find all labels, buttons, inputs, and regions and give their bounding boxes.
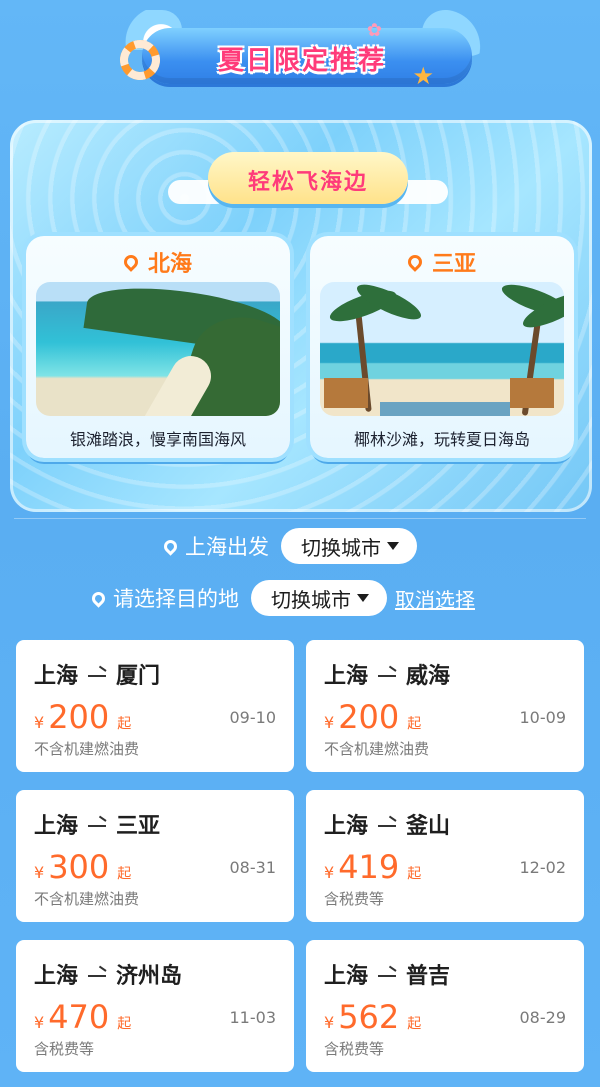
departure-row: 上海出发 切换城市 <box>161 526 417 566</box>
flight-date: 12-02 <box>519 858 567 877</box>
location-pin-icon <box>89 588 108 608</box>
price: 300 <box>48 848 110 886</box>
destination-card-sanya[interactable]: 三亚 椰林沙滩，玩转夏日海岛 <box>310 236 574 458</box>
top-banner: ✿ ★ 夏日限定推荐 <box>112 10 492 90</box>
flight-date: 09-10 <box>229 708 277 727</box>
flight-card[interactable]: 上海 济州岛 ¥470 起 11-03 含税费等 <box>16 940 294 1072</box>
flight-card[interactable]: 上海 威海 ¥200 起 10-09 不含机建燃油费 <box>306 640 584 772</box>
flower-icon: ✿ <box>366 20 382 41</box>
destination-photo <box>36 282 280 416</box>
subtitle-text: 轻松飞海边 <box>247 170 368 195</box>
flight-card[interactable]: 上海 普吉 ¥562 起 08-29 含税费等 <box>306 940 584 1072</box>
price: 419 <box>338 848 400 886</box>
price-note: 不含机建燃油费 <box>34 740 140 758</box>
page: ✿ ★ 夏日限定推荐 轻松飞海边 北海 银滩踏浪，慢享南国海风 三亚 椰林沙滩，… <box>0 0 600 1087</box>
destination-name: 三亚 <box>431 252 476 277</box>
flight-date: 08-31 <box>229 858 277 877</box>
location-pin-icon <box>121 252 141 272</box>
flight-card[interactable]: 上海 三亚 ¥300 起 08-31 不含机建燃油费 <box>16 790 294 922</box>
price: 200 <box>48 698 110 736</box>
location-pin-icon <box>405 252 425 272</box>
arrow-icon <box>378 675 397 677</box>
destination-prompt: 请选择目的地 <box>113 587 239 611</box>
departure-text: 上海出发 <box>185 535 269 559</box>
arrow-icon <box>88 825 107 827</box>
arrow-icon <box>378 825 397 827</box>
flight-card[interactable]: 上海 厦门 ¥200 起 09-10 不含机建燃油费 <box>16 640 294 772</box>
flight-date: 10-09 <box>519 708 567 727</box>
destination-card-beihai[interactable]: 北海 银滩踏浪，慢享南国海风 <box>26 236 290 458</box>
destination-name: 北海 <box>147 252 192 277</box>
price: 470 <box>48 998 110 1036</box>
flight-card[interactable]: 上海 釜山 ¥419 起 12-02 含税费等 <box>306 790 584 922</box>
price-note: 含税费等 <box>324 1040 385 1058</box>
banner-title: 夏日限定推荐 <box>217 46 386 76</box>
location-pin-icon <box>161 536 180 556</box>
destination-caption: 银滩踏浪，慢享南国海风 <box>69 430 246 449</box>
switch-departure-button[interactable]: 切换城市 <box>281 528 417 564</box>
price-note: 不含机建燃油费 <box>34 890 140 908</box>
destination-caption: 椰林沙滩，玩转夏日海岛 <box>353 430 530 449</box>
arrow-icon <box>88 675 107 677</box>
destination-row: 请选择目的地 切换城市 取消选择 <box>89 578 475 618</box>
price: 200 <box>338 698 400 736</box>
destination-photo <box>320 282 564 416</box>
price-note: 不含机建燃油费 <box>324 740 430 758</box>
caret-down-icon <box>387 542 399 550</box>
caret-down-icon <box>357 594 369 602</box>
cancel-selection-link[interactable]: 取消选择 <box>395 584 475 613</box>
price-note: 含税费等 <box>324 890 385 908</box>
switch-destination-button[interactable]: 切换城市 <box>251 580 387 616</box>
flight-date: 08-29 <box>519 1008 567 1027</box>
arrow-icon <box>378 975 397 977</box>
subtitle-badge: 轻松飞海边 <box>208 152 408 210</box>
price-note: 含税费等 <box>34 1040 95 1058</box>
flight-date: 11-03 <box>229 1008 277 1027</box>
price: 562 <box>338 998 400 1036</box>
arrow-icon <box>88 975 107 977</box>
divider <box>14 518 586 519</box>
